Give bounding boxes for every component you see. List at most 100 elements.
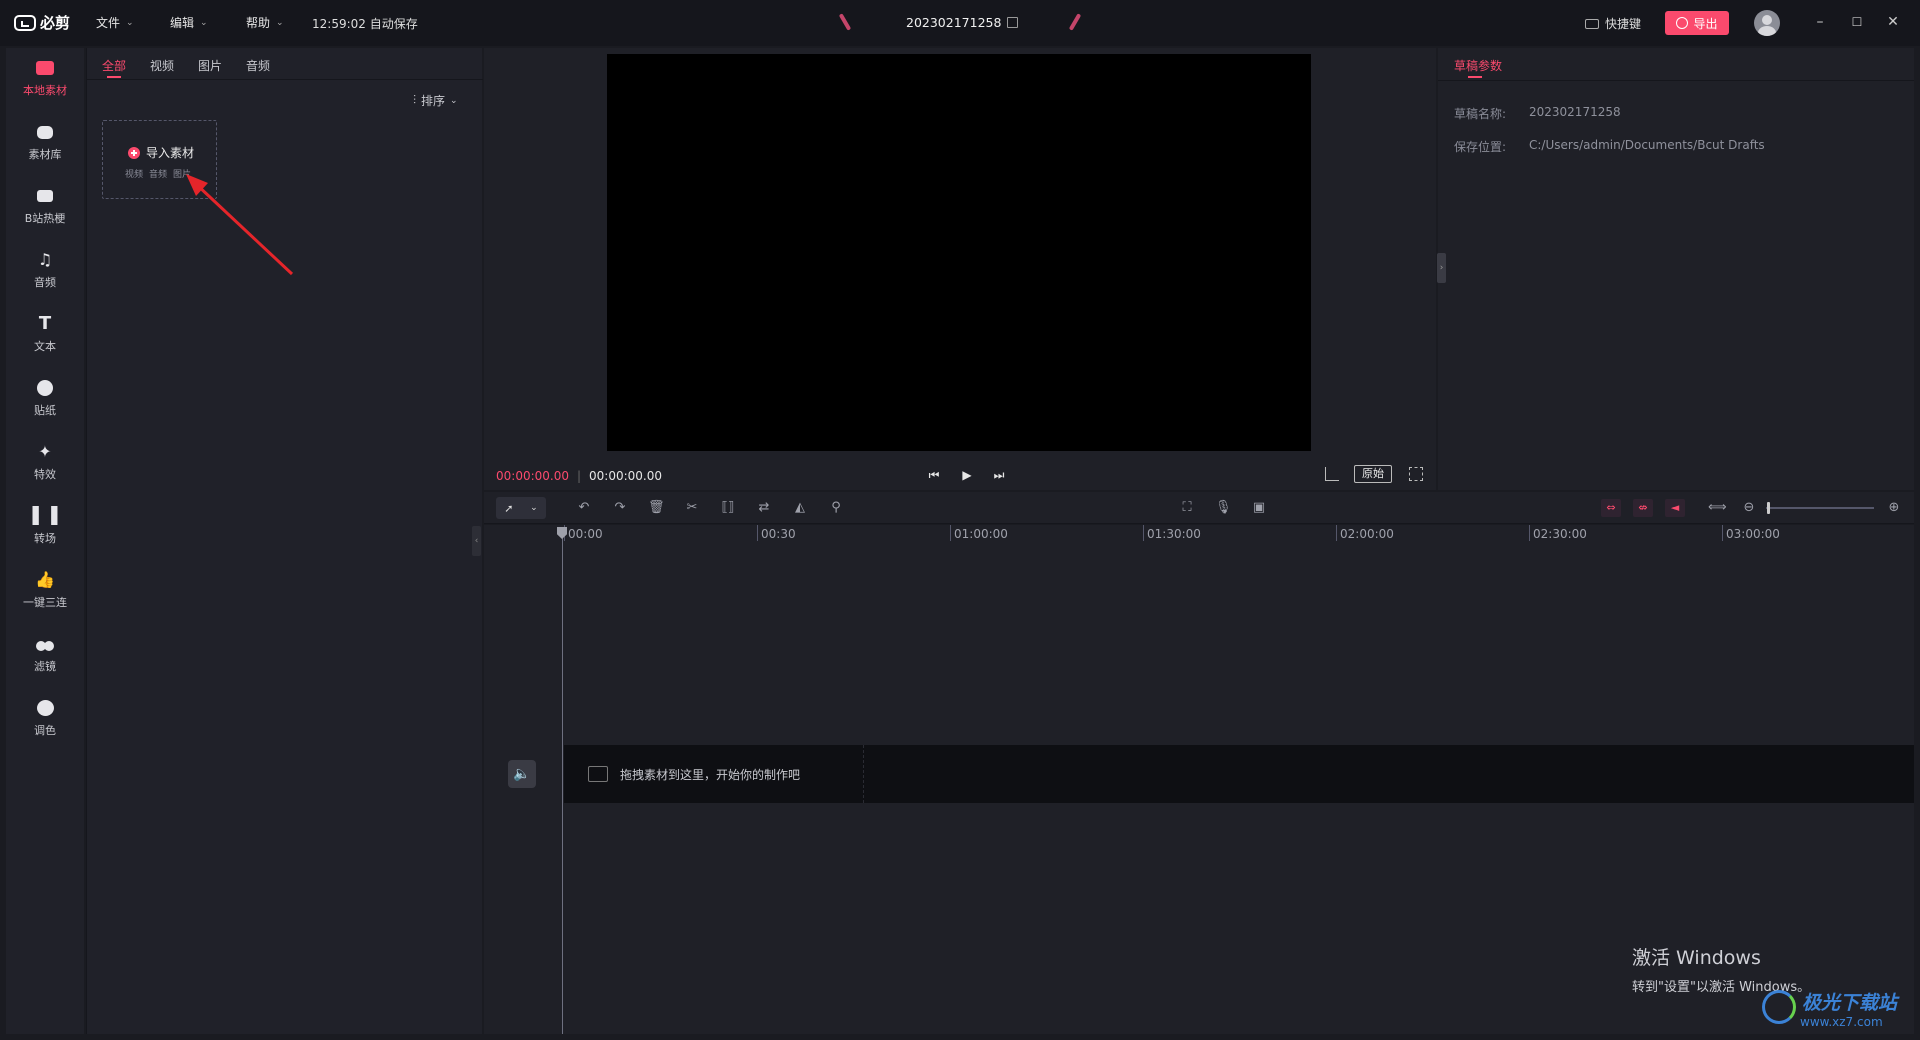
playhead[interactable] [562, 527, 563, 1034]
text-t-icon: T [38, 313, 52, 334]
zoom-slider[interactable] [1766, 507, 1874, 509]
main-video-track[interactable]: 拖拽素材到这里，开始你的制作吧 [564, 745, 1914, 803]
play-icon[interactable]: ▶ [958, 466, 976, 484]
expand-panel-button[interactable]: › [1437, 253, 1446, 283]
effects-star-icon: ✦ [38, 442, 52, 461]
replace-icon[interactable]: ⇄ [756, 500, 772, 516]
delete-icon[interactable]: 🗑 [648, 500, 665, 516]
ruler-tick: 00:00 [564, 525, 603, 541]
redo-icon[interactable]: ↷ [612, 500, 628, 516]
close-button[interactable]: ✕ [1878, 10, 1908, 34]
tab-audio[interactable]: 音频 [246, 57, 270, 74]
export-button[interactable]: 导出 [1665, 11, 1729, 35]
prev-frame-icon[interactable]: ⏮ [925, 466, 943, 484]
edit-icon[interactable] [1007, 17, 1019, 28]
ruler-tick: 01:00:00 [950, 525, 1008, 541]
current-time: 00:00:00.00 [496, 469, 569, 483]
collapse-panel-button[interactable]: ‹ [472, 526, 481, 556]
chevron-down-icon: ⌄ [450, 95, 458, 106]
rail-item-transition[interactable]: ▌▐ 转场 [6, 496, 84, 558]
mirror-icon[interactable]: ◭ [792, 500, 808, 516]
project-title-text: 202302171258 [906, 15, 1002, 30]
keyboard-icon [1585, 18, 1599, 29]
menu-help[interactable]: 帮助 ⌄ [246, 14, 284, 31]
fit-width-icon[interactable]: ⟺ [1708, 500, 1727, 516]
minimize-button[interactable]: – [1805, 10, 1835, 34]
rail-item-bilibili-meme[interactable]: B站热梗 [6, 176, 84, 238]
chevron-down-icon: ⌄ [126, 17, 134, 28]
ruler-tick: 03:00:00 [1722, 525, 1780, 541]
pin-icon[interactable]: ⚲ [828, 500, 844, 516]
aspect-original-button[interactable]: 原始 [1354, 465, 1392, 483]
thumbs-up-icon: 👍 [35, 570, 55, 589]
rail-item-material-library[interactable]: 素材库 [6, 112, 84, 174]
drop-zone[interactable]: 拖拽素材到这里，开始你的制作吧 [564, 745, 864, 803]
camera-record-icon[interactable]: ▣ [1251, 500, 1267, 516]
import-media-button[interactable]: 导入素材 [128, 144, 194, 161]
rail-item-triple-like[interactable]: 👍 一键三连 [6, 560, 84, 622]
export-icon [1676, 17, 1689, 29]
speaker-icon: 🔈 [513, 766, 531, 782]
rail-item-filter[interactable]: 滤镜 [6, 624, 84, 686]
sort-sliders-icon: ⫶ [413, 93, 417, 107]
split-icon[interactable]: ⟦⟧ [720, 500, 736, 516]
fullscreen-icon[interactable] [1409, 467, 1423, 481]
sticker-icon [36, 380, 54, 396]
draft-name-value: 202302171258 [1529, 105, 1621, 119]
draft-name-row: 草稿名称: 202302171258 [1454, 105, 1621, 122]
total-time: 00:00:00.00 [589, 469, 663, 483]
import-type-image: 图片 [173, 170, 192, 180]
tab-video[interactable]: 视频 [150, 57, 174, 74]
active-tab-indicator [1468, 76, 1482, 78]
sort-dropdown[interactable]: ⫶ 排序 ⌄ [413, 92, 458, 109]
tab-all[interactable]: 全部 [102, 57, 126, 74]
rail-item-label: 音频 [34, 276, 56, 289]
rail-item-label: 转场 [34, 532, 56, 545]
zoom-in-icon[interactable]: ⊕ [1886, 500, 1902, 516]
time-ruler[interactable]: 00:00 00:30 01:00:00 01:30:00 02:00:00 0… [564, 525, 1914, 547]
import-media-label: 导入素材 [146, 146, 195, 160]
select-tool-dropdown[interactable]: ➚ ⌄ [496, 497, 546, 519]
menu-edit-label: 编辑 [170, 16, 195, 30]
zoom-slider-thumb[interactable] [1767, 502, 1770, 514]
rail-item-local-media[interactable]: 本地素材 [6, 48, 84, 110]
shortcut-label: 快捷键 [1605, 17, 1642, 31]
import-types: 视频 音频 图片 [125, 167, 191, 180]
tab-image[interactable]: 图片 [198, 57, 222, 74]
timecode: 00:00:00.00 | 00:00:00.00 [496, 469, 662, 483]
video-viewport[interactable] [607, 54, 1311, 451]
snap-link-icon[interactable]: ⇔ [1601, 499, 1621, 517]
microphone-icon[interactable]: 🎙 [1215, 500, 1232, 516]
menu-edit[interactable]: 编辑 ⌄ [170, 14, 208, 31]
linkage-icon[interactable]: ⇎ [1633, 499, 1653, 517]
ruler-tick: 00:30 [757, 525, 796, 541]
track-mute-button[interactable]: 🔈 [508, 760, 536, 788]
undo-icon[interactable]: ↶ [576, 500, 592, 516]
rail-item-text[interactable]: T 文本 [6, 304, 84, 366]
app-logo: 必剪 [14, 12, 70, 33]
avatar[interactable] [1754, 10, 1780, 36]
left-sidebar: 本地素材 素材库 B站热梗 ♫ 音频 T 文本 贴纸 ✦ 特效 ▌▐ 转场 👍 … [6, 48, 84, 1034]
rail-item-label: 调色 [34, 724, 56, 737]
rail-item-label: 本地素材 [23, 84, 67, 97]
rail-item-audio[interactable]: ♫ 音频 [6, 240, 84, 302]
rail-item-color-grade[interactable]: 调色 [6, 688, 84, 750]
crop-icon[interactable] [1325, 467, 1339, 481]
cut-icon[interactable]: ✂ [684, 500, 700, 516]
rail-item-sticker[interactable]: 贴纸 [6, 368, 84, 430]
rail-item-label: B站热梗 [24, 212, 66, 225]
tab-draft-params[interactable]: 草稿参数 [1454, 57, 1502, 74]
site-watermark: 极光下载站 [1802, 992, 1898, 1014]
project-title[interactable]: 202302171258 [906, 15, 1019, 30]
menu-file[interactable]: 文件 ⌄ [96, 14, 134, 31]
music-note-icon: ♫ [37, 250, 53, 269]
shortcut-button[interactable]: 快捷键 [1585, 15, 1641, 32]
maximize-button[interactable]: ☐ [1842, 10, 1872, 34]
save-location-row: 保存位置: C:/Users/admin/Documents/Bcut Draf… [1454, 138, 1765, 155]
rail-item-effects[interactable]: ✦ 特效 [6, 432, 84, 494]
import-media-card[interactable]: 导入素材 视频 音频 图片 [102, 120, 217, 199]
audio-link-icon[interactable]: ◄ [1665, 499, 1685, 517]
capture-icon[interactable]: ⛶ [1179, 500, 1195, 516]
zoom-out-icon[interactable]: ⊖ [1741, 500, 1757, 516]
next-frame-icon[interactable]: ⏭ [990, 466, 1008, 484]
